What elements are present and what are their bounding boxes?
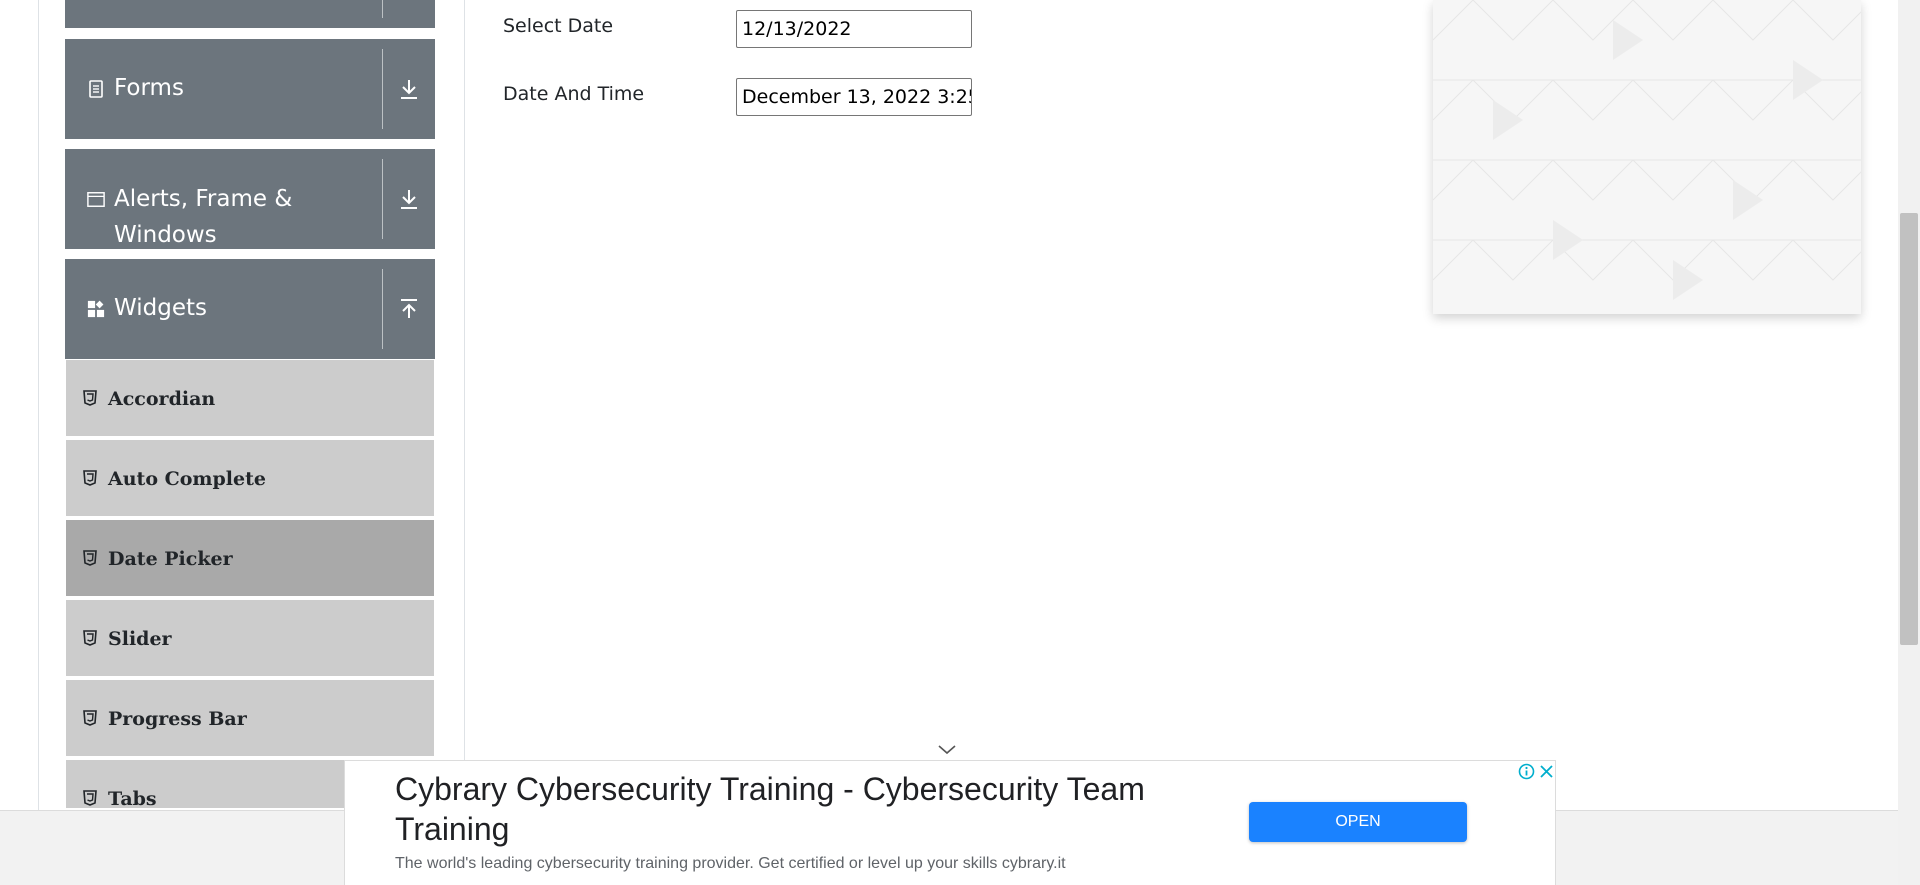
sidebar-group-widgets[interactable]: Widgets xyxy=(65,259,435,359)
window-icon xyxy=(87,190,105,208)
html5-icon xyxy=(83,630,97,646)
ad-subtext[interactable]: The world's leading cybersecurity traini… xyxy=(395,855,1066,873)
sidebar-item-label: Slider xyxy=(108,628,172,650)
document-icon xyxy=(87,80,105,98)
page: Forms Alerts, Frame & Windows Widgets Ac… xyxy=(0,0,1920,885)
sidebar-item-label: Auto Complete xyxy=(108,468,266,490)
html5-icon xyxy=(83,470,97,486)
download-arrow-icon[interactable] xyxy=(383,39,435,139)
sidebar-item-label: Accordian xyxy=(108,388,216,410)
date-time-input[interactable]: December 13, 2022 3:25 PM xyxy=(736,78,972,116)
ad-banner[interactable]: Cybrary Cybersecurity Training - Cyberse… xyxy=(344,760,1556,885)
download-arrow-icon[interactable] xyxy=(383,149,435,249)
sidebar-group-alerts[interactable]: Alerts, Frame & Windows xyxy=(65,149,435,249)
content-divider xyxy=(464,0,465,810)
sidebar-item-label: Tabs xyxy=(108,788,157,810)
html5-icon xyxy=(83,550,97,566)
select-date-label: Select Date xyxy=(503,15,614,37)
date-time-label: Date And Time xyxy=(503,83,645,105)
widgets-icon xyxy=(87,300,105,318)
sidebar-group-label: Widgets xyxy=(114,295,207,321)
html5-icon xyxy=(83,710,97,726)
info-icon[interactable] xyxy=(1517,762,1536,781)
sidebar-group-label: Forms xyxy=(114,75,184,101)
sidebar-item-slider[interactable]: Slider xyxy=(66,600,434,678)
sidebar-item-progress-bar[interactable]: Progress Bar xyxy=(66,680,434,758)
close-icon[interactable] xyxy=(1537,762,1556,781)
side-ad-image[interactable] xyxy=(1433,0,1861,314)
html5-icon xyxy=(83,790,97,806)
ad-headline[interactable]: Cybrary Cybersecurity Training - Cyberse… xyxy=(395,769,1215,849)
left-border xyxy=(38,0,39,810)
sidebar-item-label: Date Picker xyxy=(108,548,233,570)
sidebar-item-date-picker[interactable]: Date Picker xyxy=(66,520,434,598)
sidebar-group-previous[interactable] xyxy=(65,0,435,28)
chevron-down-icon[interactable] xyxy=(936,741,958,757)
upload-arrow-icon[interactable] xyxy=(383,259,435,359)
sidebar-group-label: Alerts, Frame & Windows xyxy=(114,186,293,248)
html5-icon xyxy=(83,390,97,406)
select-date-input[interactable]: 12/13/2022 xyxy=(736,10,972,48)
scrollbar-thumb[interactable] xyxy=(1900,213,1918,645)
group-separator xyxy=(382,0,383,18)
sidebar-item-accordian[interactable]: Accordian xyxy=(66,360,434,438)
sidebar-item-label: Progress Bar xyxy=(108,708,247,730)
sidebar-group-forms[interactable]: Forms xyxy=(65,39,435,139)
ad-open-button[interactable]: OPEN xyxy=(1249,802,1467,842)
sidebar-item-auto-complete[interactable]: Auto Complete xyxy=(66,440,434,518)
